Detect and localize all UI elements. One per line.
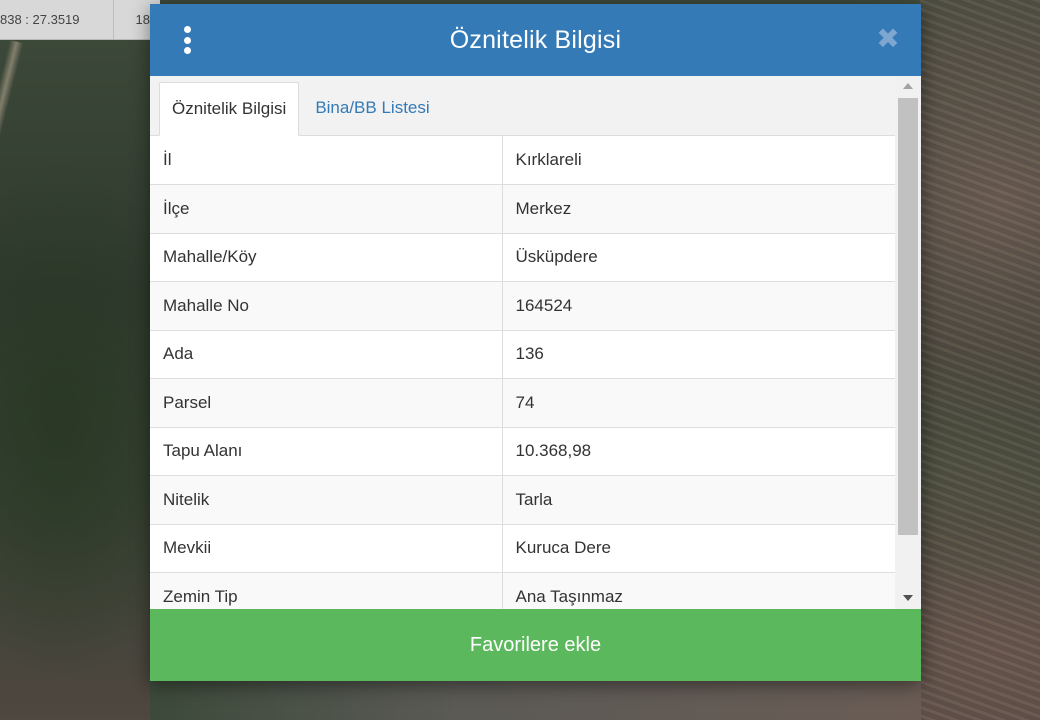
scroll-up-arrow-icon[interactable]	[895, 76, 921, 98]
map-strip	[150, 680, 921, 720]
attribute-key: Tapu Alanı	[150, 427, 503, 476]
table-row: Ada 136	[150, 330, 895, 379]
attribute-value: 164524	[502, 281, 895, 331]
attribute-value: Tarla	[502, 475, 895, 525]
table-row: İlçe Merkez	[150, 184, 895, 234]
modal-title: Öznitelik Bilgisi	[449, 25, 622, 54]
attribute-value: Merkez	[502, 184, 895, 234]
add-to-favorites-button[interactable]: Favorilere ekle	[150, 609, 921, 681]
attribute-key: Mahalle No	[150, 281, 503, 331]
modal-header: Öznitelik Bilgisi ✖	[150, 4, 921, 76]
attribute-value: Kuruca Dere	[502, 524, 895, 573]
table-row: Zemin Tip Ana Taşınmaz	[150, 572, 895, 609]
coordinate-readout: 838 : 27.3519	[0, 0, 114, 39]
tab-attribute-info[interactable]: Öznitelik Bilgisi	[159, 82, 300, 136]
attribute-key: Mahalle/Köy	[150, 233, 503, 282]
scroll-down-arrow-icon[interactable]	[895, 587, 921, 609]
modal-body: Öznitelik Bilgisi Bina/BB Listesi İl Kırk…	[150, 76, 921, 609]
table-row: Parsel 74	[150, 378, 895, 428]
attribute-key: Zemin Tip	[150, 572, 503, 609]
table-row: Mevkii Kuruca Dere	[150, 524, 895, 573]
attribute-table-container[interactable]: İl Kırklareli İlçe Merkez Mahalle/Köy Üsküpde…	[150, 136, 895, 609]
scroll-thumb[interactable]	[898, 98, 918, 535]
table-row: Mahalle/Köy Üsküpdere	[150, 233, 895, 282]
attribute-key: Mevkii	[150, 524, 503, 573]
attribute-value: 74	[502, 378, 895, 428]
attribute-table: İl Kırklareli İlçe Merkez Mahalle/Köy Üsküpde…	[150, 136, 895, 609]
close-icon[interactable]: ✖	[875, 25, 901, 53]
attribute-value: Kırklareli	[502, 136, 895, 185]
table-row: Nitelik Tarla	[150, 475, 895, 525]
map-field	[920, 0, 1040, 720]
attribute-info-modal: Öznitelik Bilgisi ✖ Öznitelik Bilgisi Bi…	[150, 4, 921, 681]
attribute-value: 10.368,98	[502, 427, 895, 476]
map-road	[0, 40, 24, 587]
tab-building-list[interactable]: Bina/BB Listesi	[299, 81, 443, 135]
attribute-value: 136	[502, 330, 895, 379]
scrollbar[interactable]	[895, 76, 921, 609]
tab-bar: Öznitelik Bilgisi Bina/BB Listesi	[150, 76, 895, 136]
attribute-key: Nitelik	[150, 475, 503, 525]
table-row: Tapu Alanı 10.368,98	[150, 427, 895, 476]
kebab-menu-icon[interactable]	[180, 26, 194, 54]
attribute-key: Parsel	[150, 378, 503, 428]
table-row: İl Kırklareli	[150, 136, 895, 185]
attribute-value: Üsküpdere	[502, 233, 895, 282]
table-row: Mahalle No 164524	[150, 281, 895, 331]
coordinate-bar: 838 : 27.3519 18	[0, 0, 160, 40]
attribute-key: İl	[150, 136, 503, 185]
attribute-key: Ada	[150, 330, 503, 379]
attribute-value: Ana Taşınmaz	[502, 572, 895, 609]
attribute-key: İlçe	[150, 184, 503, 234]
